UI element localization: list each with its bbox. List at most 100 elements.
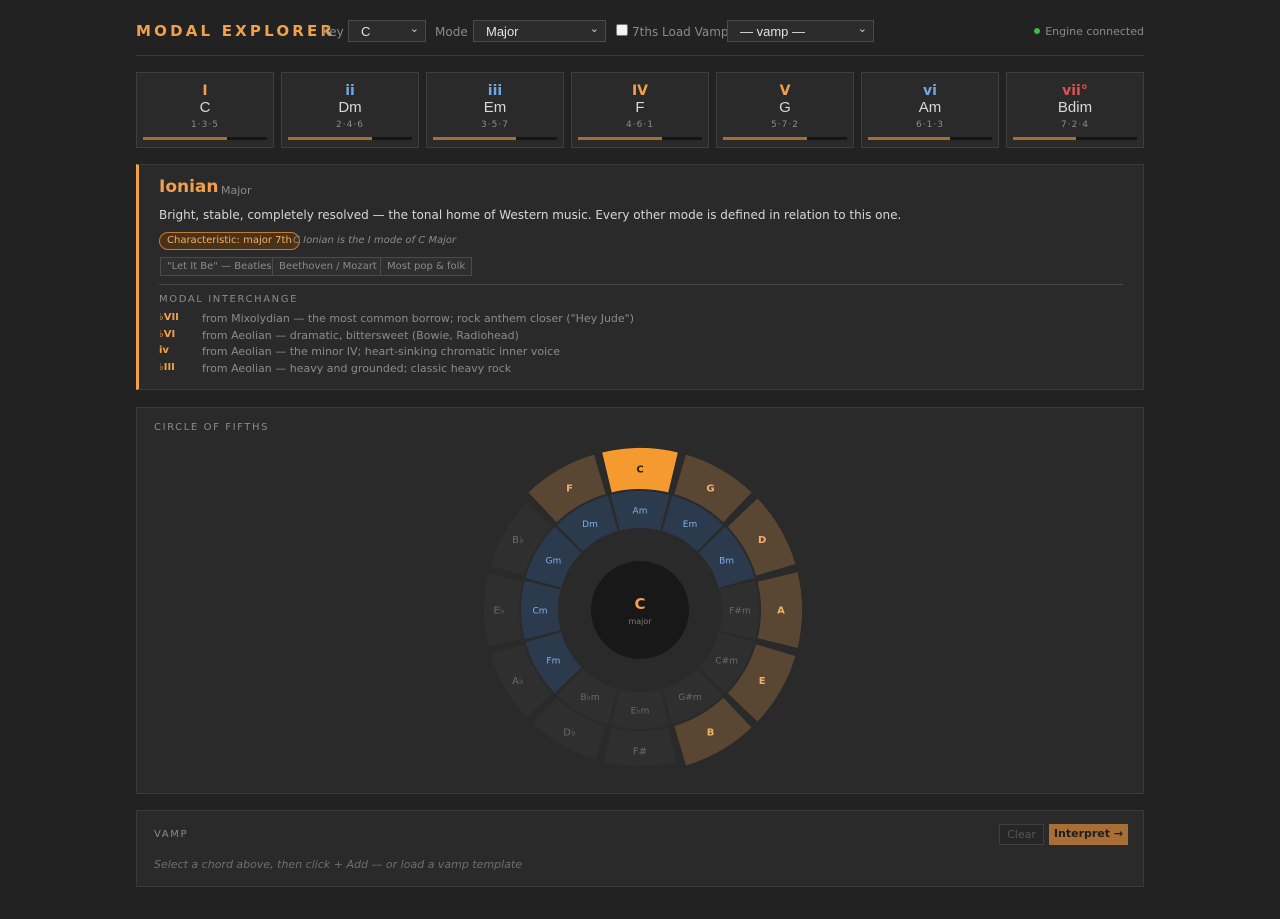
inner-key-segment[interactable]: Am <box>610 491 670 531</box>
interchange-numeral: ♭VI <box>159 329 176 340</box>
chord-tones: 1·3·5 <box>191 120 219 130</box>
chevron-down-icon: ⌄ <box>857 23 867 35</box>
sevenths-label: 7ths <box>632 25 659 39</box>
outer-key-segment[interactable]: E♭ <box>484 573 523 647</box>
mode-select-value: Major <box>486 24 519 39</box>
app: MODAL EXPLORER Key C ⌄ Mode Major ⌄ 7ths… <box>136 0 1144 887</box>
chord-strength-bar <box>143 137 267 140</box>
chord-strength-bar <box>868 137 992 140</box>
outer-key-label: E <box>759 676 766 687</box>
chord-numeral: ii <box>345 83 355 99</box>
chord-name: Bdim <box>1057 99 1093 116</box>
outer-key-label: G <box>706 483 714 494</box>
vamp-heading: VAMP <box>154 829 189 840</box>
center-key: C <box>634 595 645 613</box>
chord-name: F <box>635 99 645 116</box>
chord-name: G <box>779 99 791 116</box>
inner-key-label: Dm <box>582 520 598 530</box>
chord-strength-fill <box>868 137 950 140</box>
chevron-down-icon: ⌄ <box>409 23 419 35</box>
interchange-text: from Aeolian — dramatic, bittersweet (Bo… <box>202 329 519 342</box>
app-title: MODAL EXPLORER <box>136 22 336 40</box>
inner-key-label: Cm <box>532 607 547 617</box>
outer-key-segment[interactable]: C <box>602 448 678 493</box>
mode-select[interactable]: Major ⌄ <box>473 20 606 42</box>
chord-card[interactable]: vi Am 6·1·3 <box>861 72 999 148</box>
chord-strength-bar <box>288 137 412 140</box>
chord-strength-bar <box>1013 137 1137 140</box>
chord-strength-fill <box>143 137 228 140</box>
sevenths-checkbox[interactable] <box>616 24 628 36</box>
chord-strength-fill <box>288 137 373 140</box>
vamp-select-value: — vamp — <box>740 24 806 39</box>
header-bar: MODAL EXPLORER Key C ⌄ Mode Major ⌄ 7ths… <box>136 0 1144 56</box>
chord-strength-fill <box>433 137 517 140</box>
chord-strength-fill <box>723 137 808 140</box>
circle-of-fifths-panel: CIRCLE OF FIFTHS C G D A E B F# D♭ A♭ E♭ B♭ F Am Em Bm… <box>136 407 1144 794</box>
mode-panel: Ionian Major Bright, stable, completely … <box>136 164 1144 390</box>
mode-subtitle: Major <box>221 184 252 197</box>
chord-name: Dm <box>338 99 362 116</box>
chord-numeral: I <box>202 83 208 99</box>
outer-key-label: F <box>566 483 573 494</box>
inner-key-label: Bm <box>719 557 734 567</box>
chord-tones: 2·4·6 <box>336 120 364 130</box>
interchange-heading: MODAL INTERCHANGE <box>159 294 299 305</box>
chord-card[interactable]: I C 1·3·5 <box>136 72 274 148</box>
inner-key-label: F#m <box>729 607 751 617</box>
chord-numeral: iii <box>487 83 503 99</box>
chord-card[interactable]: IV F 4·6·1 <box>571 72 709 148</box>
engine-status: Engine connected <box>1034 25 1144 38</box>
key-select[interactable]: C ⌄ <box>348 20 426 42</box>
interpret-button[interactable]: Interpret → <box>1049 824 1128 845</box>
outer-key-segment[interactable]: F# <box>603 727 677 766</box>
engine-status-text: Engine connected <box>1045 25 1144 38</box>
outer-key-segment[interactable]: A <box>757 572 802 648</box>
chord-card[interactable]: V G 5·7·2 <box>716 72 854 148</box>
inner-key-label: G#m <box>678 693 701 703</box>
chord-strength-bar <box>578 137 702 140</box>
outer-key-label: A♭ <box>512 676 524 687</box>
vamp-hint: Select a chord above, then click + Add —… <box>154 858 523 871</box>
chord-tones: 7·2·4 <box>1061 120 1089 130</box>
outer-key-label: D <box>758 535 766 546</box>
inner-key-label: Em <box>683 520 697 530</box>
outer-key-label: B <box>707 728 715 739</box>
chord-strength-bar <box>433 137 557 140</box>
inner-key-segment[interactable]: F#m <box>719 580 759 640</box>
chord-numeral: vii° <box>1062 83 1088 99</box>
clear-button[interactable]: Clear <box>999 824 1044 845</box>
outer-key-label: D♭ <box>563 728 576 739</box>
inner-key-segment[interactable]: Cm <box>521 580 561 640</box>
inner-key-label: B♭m <box>580 693 599 703</box>
outer-key-label: B♭ <box>512 535 524 546</box>
inner-key-label: Gm <box>546 557 562 567</box>
inner-key-label: E♭m <box>631 707 650 717</box>
outer-key-label: A <box>777 606 785 617</box>
outer-key-label: F# <box>633 747 647 758</box>
mode-label: Mode <box>435 25 468 39</box>
characteristic-badge: Characteristic: major 7th <box>159 232 300 250</box>
interchange-text: from Mixolydian — the most common borrow… <box>202 312 635 325</box>
chord-strength-bar <box>723 137 847 140</box>
load-vamp-label: Load Vamp <box>662 25 729 39</box>
example-tag: Beethoven / Mozart <box>272 257 384 276</box>
example-tag: Most pop & folk <box>380 257 473 276</box>
inner-key-segment[interactable]: E♭m <box>610 689 670 729</box>
vamp-panel: VAMP Select a chord above, then click + … <box>136 810 1144 887</box>
vamp-select[interactable]: — vamp — ⌄ <box>727 20 874 42</box>
chord-tones: 5·7·2 <box>771 120 799 130</box>
mode-title: Ionian <box>159 177 219 197</box>
center-quality: major <box>628 617 652 626</box>
inner-key-label: Am <box>633 507 648 517</box>
interchange-numeral: ♭VII <box>159 312 179 323</box>
mode-note: C Ionian is the I mode of C Major <box>293 235 457 246</box>
chord-card[interactable]: ii Dm 2·4·6 <box>281 72 419 148</box>
chord-name: Am <box>918 99 942 116</box>
chord-card[interactable]: vii° Bdim 7·2·4 <box>1006 72 1144 148</box>
chord-card[interactable]: iii Em 3·5·7 <box>426 72 564 148</box>
interchange-text: from Aeolian — the minor IV; heart-sinki… <box>202 345 560 358</box>
outer-key-label: E♭ <box>493 606 504 617</box>
example-tag: "Let It Be" — Beatles <box>160 257 279 276</box>
interchange-numeral: ♭III <box>159 362 175 373</box>
